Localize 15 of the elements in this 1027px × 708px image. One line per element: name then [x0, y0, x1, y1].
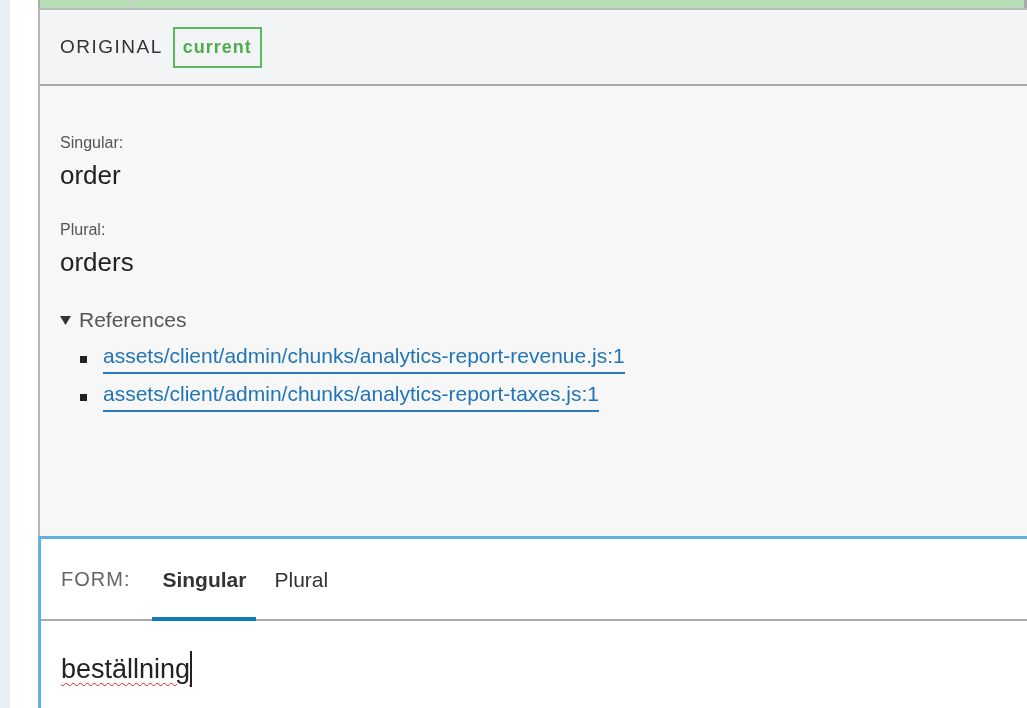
section-title: ORIGINAL [60, 36, 163, 58]
form-label: FORM: [61, 567, 131, 591]
triangle-icon [60, 314, 71, 326]
field-value: order [60, 160, 122, 191]
form-tab[interactable]: Singular [152, 539, 257, 621]
field-label: Plural: [60, 221, 107, 239]
reference-link[interactable]: assets/client/admin/chunks/analytics-report-revenue.js:1 [103, 344, 625, 374]
form-tab[interactable]: Plural [264, 539, 339, 621]
field-label: Singular: [60, 134, 125, 152]
status-badge: current [172, 26, 262, 68]
translation-input[interactable]: beställning [41, 621, 213, 687]
reference-link[interactable]: assets/client/admin/chunks/analytics-report-taxes.js:1 [103, 382, 600, 412]
bullet-icon [80, 393, 87, 401]
field-value: orders [60, 247, 135, 278]
bullet-icon [80, 355, 87, 363]
